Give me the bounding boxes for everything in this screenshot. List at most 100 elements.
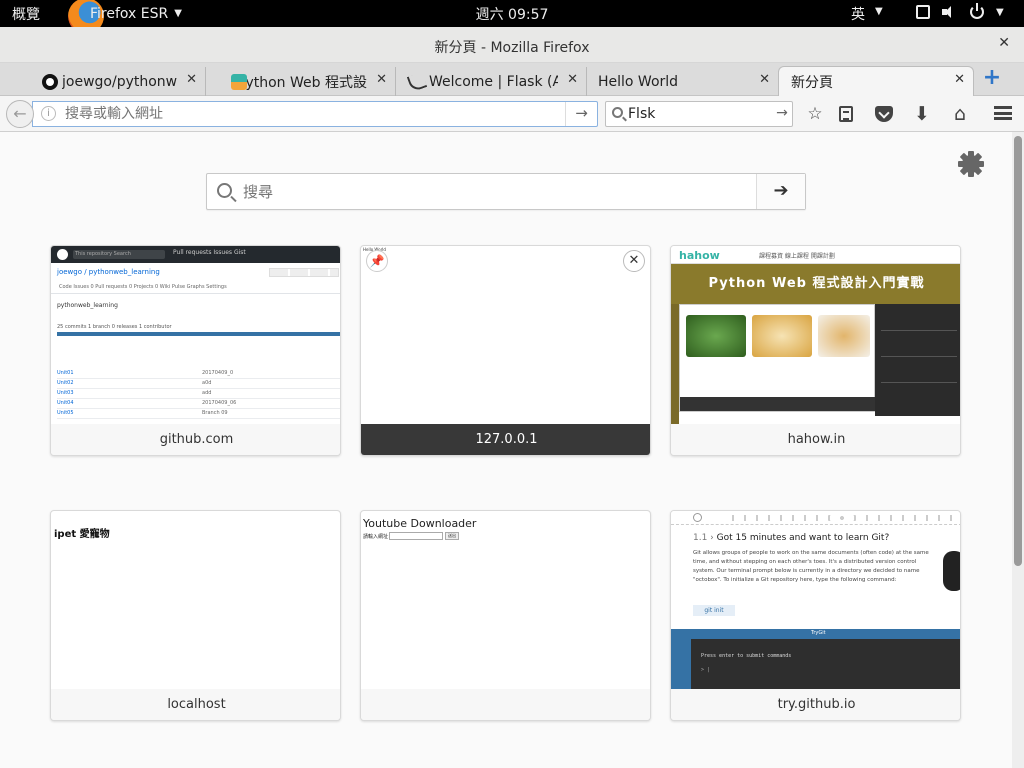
window-title: 新分頁 - Mozilla Firefox (434, 40, 590, 56)
navigation-toolbar: i → ← → ☆ ⬇ ⌂ (0, 96, 1024, 132)
back-button[interactable]: ← (6, 100, 34, 128)
thumb-video (679, 304, 876, 412)
top-site-tile[interactable]: This repository Search Pull requests Iss… (50, 245, 341, 456)
thumb-row: Unit02 a0d (57, 380, 340, 389)
thumb-text: Python Web 程式設計入門實戰 (671, 264, 960, 304)
volume-icon (942, 5, 958, 19)
pin-icon: 📌 (369, 254, 385, 268)
thumb-heading: 1.1 › Got 15 minutes and want to learn G… (693, 533, 890, 543)
thumb-terminal: Press enter to submit commands > | (691, 639, 960, 689)
app-menu-label: Firefox ESR (90, 5, 169, 22)
go-arrow-icon[interactable]: → (772, 102, 792, 126)
thumb-row: Unit04 20170409_06 (57, 400, 340, 409)
bookmark-star-icon[interactable]: ☆ (805, 104, 825, 124)
pocket-icon (875, 106, 893, 122)
tile-label: github.com (51, 424, 340, 455)
top-site-tile[interactable]: ipet 愛寵物 localhost (50, 510, 341, 721)
pin-button[interactable]: 📌 (366, 250, 388, 272)
home-icon[interactable]: ⌂ (950, 104, 970, 124)
app-menu-button[interactable]: Firefox ESR ▼ (68, 0, 182, 27)
thumb-text: ipet 愛寵物 (54, 529, 110, 540)
tab-title: Python Web 程式設計入門實戰 (237, 74, 367, 91)
tab-close-icon[interactable]: ✕ (954, 72, 965, 87)
thumb-text: 25 commits 1 branch 0 releases 1 contrib… (57, 324, 340, 336)
tab-new-tab[interactable]: 新分頁 ✕ (778, 66, 974, 96)
tile-label (361, 689, 650, 720)
system-menu[interactable]: ▼ (916, 3, 1004, 19)
top-site-tile[interactable]: Hello World 📌 ✕ 127.0.0.1 (360, 245, 651, 456)
thumb-decoration (269, 268, 339, 277)
new-tab-page: ➔ This repository Search Pull requests I… (0, 132, 1012, 768)
tab-close-icon[interactable]: ✕ (186, 72, 197, 87)
thumb-sidebar (875, 304, 960, 416)
search-icon (612, 107, 623, 118)
go-arrow-icon[interactable]: → (565, 102, 597, 126)
thumb-decoration (671, 304, 679, 424)
tile-label: 127.0.0.1 (361, 424, 650, 455)
tab-close-icon[interactable]: ✕ (376, 72, 387, 87)
remove-tile-button[interactable]: ✕ (623, 250, 645, 272)
top-site-tile[interactable]: hahow 課程募資 線上課程 開課計劃 Python Web 程式設計入門實戰… (670, 245, 961, 456)
activities-button[interactable]: 概覽 (12, 4, 40, 24)
site-thumbnail: Hello World (361, 246, 650, 424)
thumb-text: TryGit (811, 630, 826, 636)
tile-label: try.github.io (671, 689, 960, 720)
downloads-icon[interactable]: ⬇ (912, 104, 932, 124)
chevron-down-icon: ▼ (174, 8, 182, 19)
tab-github[interactable]: joewgo/pythonweb_learning ✕ (18, 67, 206, 96)
chevron-down-icon: ▼ (996, 6, 1004, 18)
thumb-text: pythonweb_learning (57, 302, 118, 309)
hahow-icon (231, 74, 247, 90)
input-method-indicator[interactable]: 英 (851, 4, 865, 24)
library-button[interactable] (836, 104, 856, 124)
tab-flask[interactable]: Welcome | Flask (A Python Microframework… (397, 67, 587, 96)
hamburger-menu-icon[interactable] (994, 106, 1012, 120)
url-input[interactable] (65, 105, 555, 123)
octocat-icon (943, 551, 960, 591)
github-icon (42, 74, 58, 90)
thumb-text: Youtube Downloader (363, 517, 477, 530)
tab-title: 新分頁 (791, 74, 833, 91)
tab-close-icon[interactable]: ✕ (567, 72, 578, 87)
search-input[interactable] (628, 105, 768, 123)
tab-hahow[interactable]: Python Web 程式設計入門實戰 ✕ (207, 67, 396, 96)
clock[interactable]: 週六 09:57 (476, 7, 549, 23)
thumb-text: joewgo / pythonweb_learning (57, 268, 160, 276)
search-submit-arrow-icon[interactable]: ➔ (756, 174, 805, 209)
tab-title: joewgo/pythonweb_learning (62, 73, 177, 90)
thumb-row: Unit03 add (57, 390, 340, 399)
top-site-tile[interactable]: Youtube Downloader 請輸入網址： 送出 (360, 510, 651, 721)
site-thumbnail: This repository Search Pull requests Iss… (51, 246, 340, 424)
site-thumbnail: ipet 愛寵物 (51, 511, 340, 689)
scrollbar-thumb[interactable] (1014, 136, 1022, 566)
newtab-search-input[interactable] (243, 182, 743, 202)
site-thumbnail: 1.1 › Got 15 minutes and want to learn G… (671, 511, 960, 689)
new-tab-button[interactable]: + (982, 67, 1002, 89)
tab-title: Welcome | Flask (A Python Microframework… (429, 73, 558, 90)
vertical-scrollbar[interactable] (1012, 132, 1024, 768)
tab-hello-world[interactable]: Hello World ✕ (588, 67, 778, 96)
tab-strip: joewgo/pythonweb_learning ✕ Python Web 程… (0, 63, 1024, 96)
thumb-text: 送出 (445, 532, 459, 540)
thumb-text: git init (693, 605, 735, 616)
power-icon (970, 3, 984, 19)
search-bar[interactable]: → (605, 101, 793, 127)
chevron-down-icon: ▼ (875, 6, 883, 17)
url-bar[interactable]: i → (32, 101, 598, 127)
info-icon[interactable]: i (41, 106, 56, 121)
close-icon: ✕ (628, 253, 640, 268)
thumb-decoration (389, 532, 443, 540)
site-thumbnail: Youtube Downloader 請輸入網址： 送出 (361, 511, 650, 689)
thumb-text: Code Issues 0 Pull requests 0 Projects 0… (51, 284, 340, 294)
newtab-search-box[interactable]: ➔ (206, 173, 806, 210)
top-site-tile[interactable]: 1.1 › Got 15 minutes and want to learn G… (670, 510, 961, 721)
site-thumbnail: hahow 課程募資 線上課程 開課計劃 Python Web 程式設計入門實戰 (671, 246, 960, 424)
settings-gear-icon[interactable] (957, 150, 985, 178)
tab-close-icon[interactable]: ✕ (759, 72, 770, 87)
search-icon (217, 183, 232, 198)
flask-icon (406, 71, 428, 93)
window-close-button[interactable]: ✕ (998, 35, 1010, 51)
pocket-button[interactable] (874, 104, 894, 124)
thumb-row: Unit05 Branch 09 (57, 410, 340, 419)
bookmarks-library-icon (839, 106, 853, 122)
